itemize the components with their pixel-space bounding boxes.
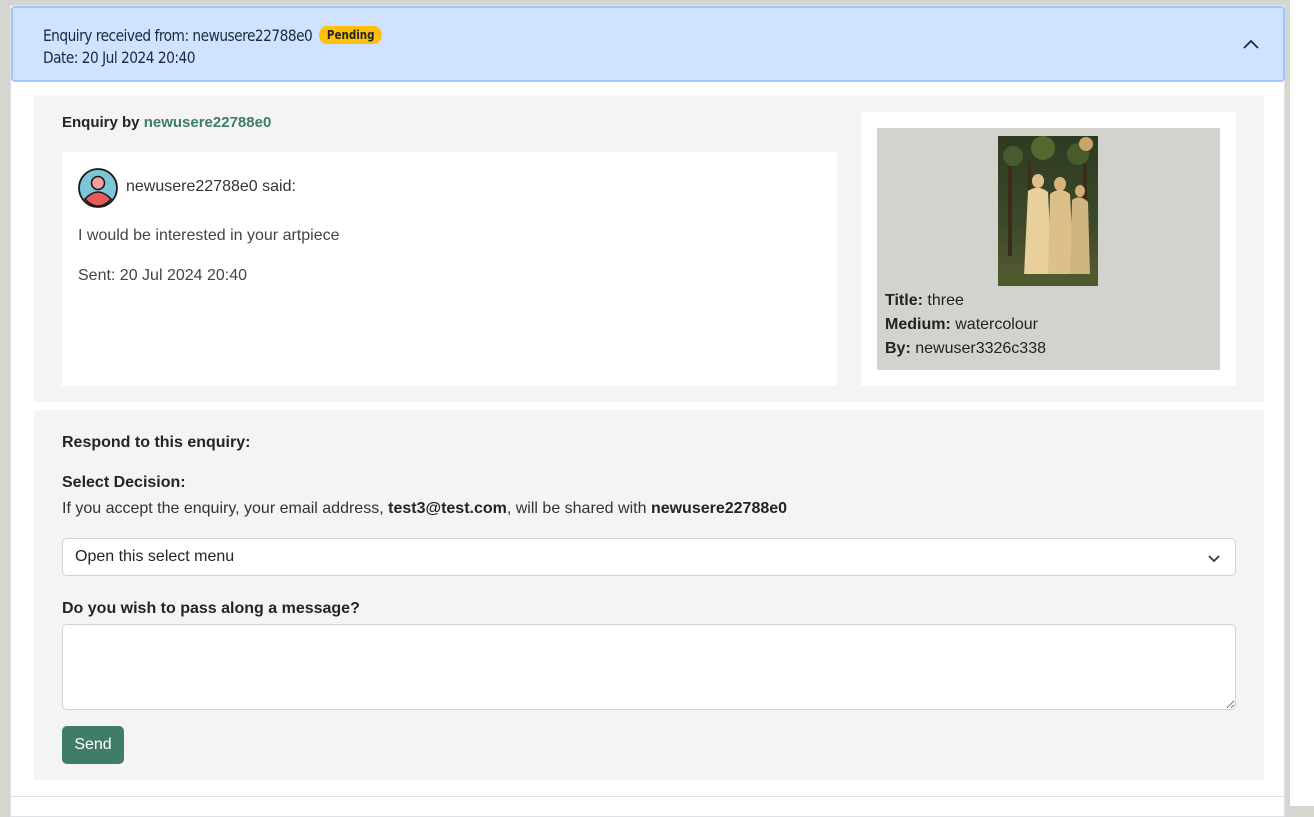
header-received-from: Enquiry received from: newusere22788e0 Pe… (43, 26, 383, 45)
enquiry-by-label: Enquiry by (62, 114, 140, 131)
artwork-medium: watercolour (955, 316, 1038, 333)
enquiry-sent-date: Sent: 20 Jul 2024 20:40 (78, 267, 248, 284)
artwork-by: newuser3326c338 (915, 340, 1046, 357)
artwork-by-row: By: newuser3326c338 (885, 340, 1046, 358)
artwork-medium-label: Medium: (885, 316, 951, 333)
page-right-margin (1290, 0, 1314, 806)
user-avatar-icon (78, 168, 118, 208)
message-textarea[interactable] (62, 624, 1236, 710)
enquiry-section: Enquiry by newusere22788e0 newusere22788… (34, 96, 1264, 402)
artwork-title-row: Title: three (885, 292, 964, 310)
share-info: If you accept the enquiry, your email ad… (62, 500, 787, 518)
received-from-text: Enquiry received from: newusere22788e0 (43, 26, 313, 45)
artwork-card: Title: three Medium: watercolour By: new… (861, 112, 1236, 386)
share-email: test3@test.com (388, 500, 507, 517)
artwork-details: Title: three Medium: watercolour By: new… (877, 128, 1220, 370)
respond-section: Respond to this enquiry: Select Decision… (34, 410, 1264, 780)
enquiry-message: I would be interested in your artpiece (78, 227, 340, 244)
artwork-medium-row: Medium: watercolour (885, 316, 1038, 334)
share-user: newusere22788e0 (650, 500, 788, 517)
enquiry-card: Enquiry received from: newusere22788e0 Pe… (10, 5, 1285, 817)
share-info-prefix: If you accept the enquiry, your email ad… (62, 500, 384, 517)
accordion-header[interactable]: Enquiry received from: newusere22788e0 Pe… (11, 6, 1285, 82)
message-label: Do you wish to pass along a message? (62, 600, 360, 617)
message-box: newusere22788e0 said: I would be interes… (62, 152, 837, 386)
sender-said: newusere22788e0 said: (126, 178, 296, 195)
chevron-down-icon (1208, 555, 1220, 563)
enquiry-by-heading: Enquiry by newusere22788e0 (62, 114, 271, 131)
share-info-middle: , will be shared with (506, 500, 647, 517)
artwork-image (998, 136, 1098, 286)
respond-heading: Respond to this enquiry: (62, 434, 251, 451)
artwork-title: three (927, 292, 964, 309)
decision-select[interactable]: Open this select menu (62, 538, 1236, 576)
artwork-by-label: By: (885, 340, 911, 357)
decision-select-value: Open this select menu (75, 548, 235, 565)
status-badge: Pending (319, 26, 383, 44)
send-button[interactable]: Send (62, 726, 124, 764)
decision-label: Select Decision: (62, 474, 186, 491)
header-date: Date: 20 Jul 2024 20:40 (43, 48, 195, 67)
artwork-title-label: Title: (885, 292, 923, 309)
enquiry-by-user: newusere22788e0 (143, 114, 272, 131)
bottom-divider (11, 796, 1285, 797)
chevron-up-icon[interactable] (1241, 34, 1261, 54)
